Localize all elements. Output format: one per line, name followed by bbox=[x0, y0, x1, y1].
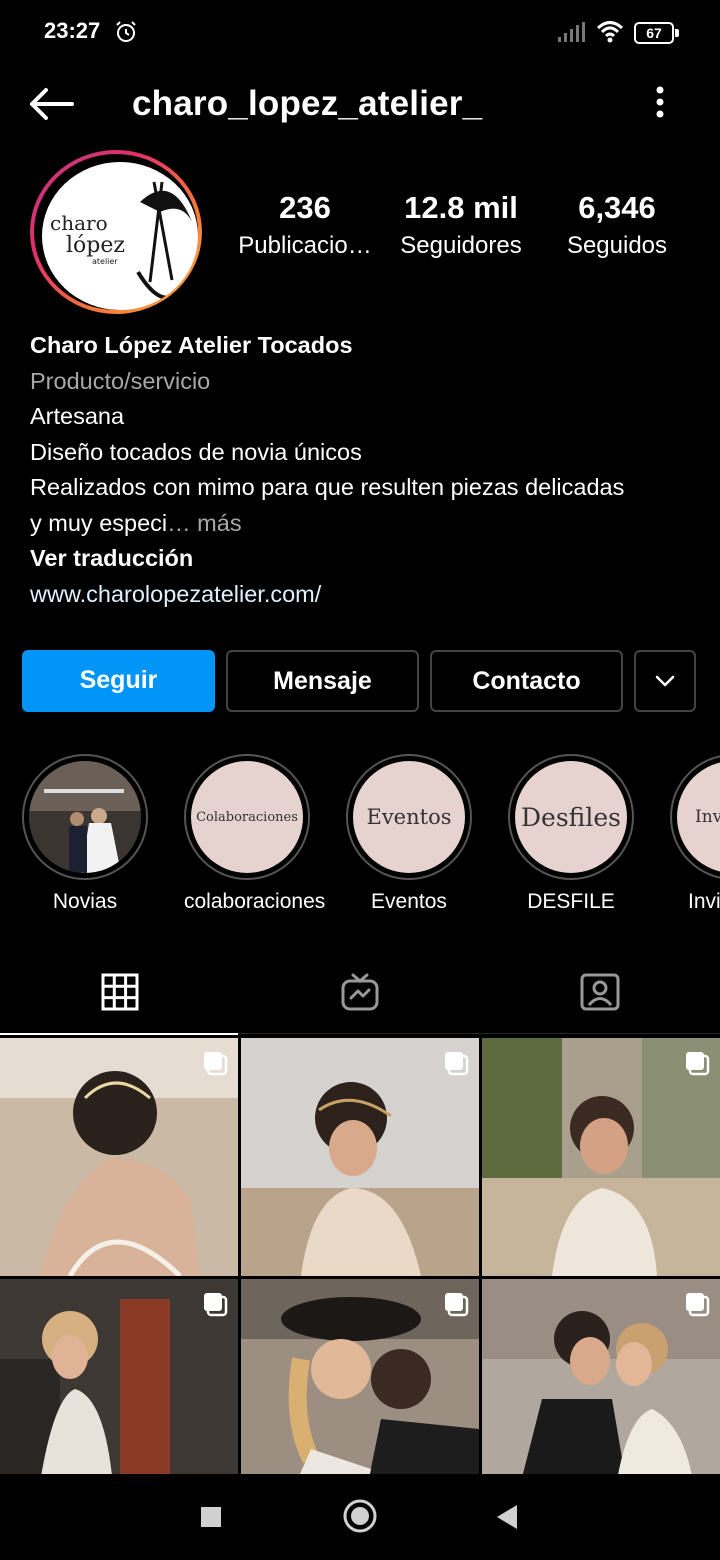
svg-text:lópez: lópez bbox=[66, 233, 125, 258]
carousel-icon bbox=[686, 1293, 710, 1317]
back-triangle-icon[interactable] bbox=[496, 1504, 518, 1530]
home-circle-icon[interactable] bbox=[342, 1498, 378, 1534]
highlight-cover-text: Inv bbox=[695, 807, 720, 827]
message-button[interactable]: Mensaje bbox=[226, 650, 419, 712]
stat-following-label: Seguidos bbox=[566, 232, 668, 259]
post-thumbnail[interactable] bbox=[0, 1279, 238, 1474]
more-options-icon[interactable] bbox=[640, 84, 680, 124]
profile-avatar[interactable]: charo lópez atelier bbox=[30, 150, 202, 314]
stat-followers[interactable]: 12.8 mil Seguidores bbox=[392, 190, 530, 260]
bio-line-truncated: y muy especi… más bbox=[30, 506, 700, 542]
profile-username: charo_lopez_atelier_ bbox=[132, 84, 483, 123]
back-arrow-icon[interactable] bbox=[28, 86, 74, 122]
highlight-eventos[interactable]: Eventos Eventos bbox=[346, 754, 472, 914]
highlight-cover bbox=[29, 761, 141, 873]
bio-line: Artesana bbox=[30, 403, 125, 429]
avatar-logo-image: charo lópez atelier bbox=[42, 162, 198, 310]
stat-following[interactable]: 6,346 Seguidos bbox=[548, 190, 686, 260]
highlight-novias[interactable]: Novias bbox=[22, 754, 148, 914]
active-tab-indicator bbox=[0, 1033, 238, 1035]
stat-following-count: 6,346 bbox=[578, 190, 656, 225]
highlight-cover: Eventos bbox=[353, 761, 465, 873]
tagged-person-icon bbox=[580, 973, 620, 1011]
status-bar: 23:27 67 bbox=[0, 0, 720, 64]
wifi-icon bbox=[596, 21, 624, 43]
signal-icon bbox=[558, 22, 585, 42]
contact-button[interactable]: Contacto bbox=[430, 650, 623, 712]
profile-header: charo_lopez_atelier_ bbox=[0, 64, 720, 150]
tab-tagged[interactable] bbox=[480, 950, 720, 1034]
highlight-label: colaboraciones bbox=[184, 890, 326, 913]
highlight-colaboraciones[interactable]: Colaboraciones colaboraciones bbox=[184, 754, 326, 914]
highlight-label: Novias bbox=[52, 890, 118, 913]
grid-icon bbox=[101, 973, 139, 1011]
highlight-cover: Colaboraciones bbox=[191, 761, 303, 873]
suggested-accounts-button[interactable] bbox=[634, 650, 696, 712]
highlight-cover: Desfiles bbox=[515, 761, 627, 873]
post-thumbnail[interactable] bbox=[482, 1279, 720, 1474]
battery-icon: 67 bbox=[634, 22, 680, 44]
highlight-cover-text: Eventos bbox=[366, 805, 452, 829]
status-time: 23:27 bbox=[44, 18, 101, 43]
stat-posts[interactable]: 236 Publicacio… bbox=[236, 190, 374, 260]
igtv-icon bbox=[341, 973, 379, 1011]
bio-line: Realizados con mimo para que resulten pi… bbox=[30, 474, 625, 500]
highlight-cover-text: Colaboraciones bbox=[196, 809, 298, 825]
highlight-desfile[interactable]: Desfiles DESFILE bbox=[508, 754, 634, 914]
highlight-invitadas[interactable]: Inv Invi bbox=[670, 754, 720, 914]
highlight-label: Invi bbox=[688, 890, 720, 913]
highlight-label: Eventos bbox=[371, 890, 447, 913]
battery-level: 67 bbox=[634, 22, 674, 44]
recents-square-icon[interactable] bbox=[200, 1506, 222, 1528]
post-thumbnail[interactable] bbox=[241, 1038, 479, 1276]
posts-grid bbox=[0, 1036, 720, 1474]
carousel-icon bbox=[445, 1052, 469, 1076]
carousel-icon bbox=[686, 1052, 710, 1076]
stat-posts-label: Publicacio… bbox=[238, 232, 372, 259]
carousel-icon bbox=[445, 1293, 469, 1317]
website-link[interactable]: www.charolopezatelier.com/ bbox=[30, 577, 700, 613]
see-translation-link[interactable]: Ver traducción bbox=[30, 541, 700, 577]
svg-text:charo: charo bbox=[50, 211, 108, 235]
bio-line: Diseño tocados de novia únicos bbox=[30, 438, 362, 465]
profile-category: Producto/servicio bbox=[30, 367, 211, 394]
post-thumbnail[interactable] bbox=[241, 1279, 479, 1474]
highlight-cover-text: Desfiles bbox=[521, 802, 621, 832]
bio-more-link[interactable]: … más bbox=[167, 510, 241, 536]
carousel-icon bbox=[204, 1293, 228, 1317]
bio-line: y muy especi bbox=[30, 509, 168, 536]
highlight-label: DESFILE bbox=[527, 890, 615, 913]
profile-bio: Charo López Atelier Tocados Producto/ser… bbox=[30, 328, 700, 612]
chevron-down-icon bbox=[655, 675, 675, 687]
carousel-icon bbox=[204, 1052, 228, 1076]
tab-igtv[interactable] bbox=[240, 950, 480, 1034]
profile-tabs bbox=[0, 950, 720, 1035]
follow-button[interactable]: Seguir bbox=[22, 650, 215, 712]
post-thumbnail[interactable] bbox=[482, 1038, 720, 1276]
alarm-icon bbox=[116, 21, 136, 42]
stat-followers-label: Seguidores bbox=[400, 232, 522, 259]
stat-followers-count: 12.8 mil bbox=[404, 190, 518, 225]
post-thumbnail[interactable] bbox=[0, 1038, 238, 1276]
system-nav-bar bbox=[0, 1474, 720, 1560]
profile-display-name: Charo López Atelier Tocados bbox=[30, 332, 353, 358]
tab-posts-grid[interactable] bbox=[0, 950, 240, 1035]
svg-text:atelier: atelier bbox=[92, 257, 118, 266]
highlight-cover: Inv bbox=[677, 761, 720, 873]
stat-posts-count: 236 bbox=[279, 190, 331, 225]
